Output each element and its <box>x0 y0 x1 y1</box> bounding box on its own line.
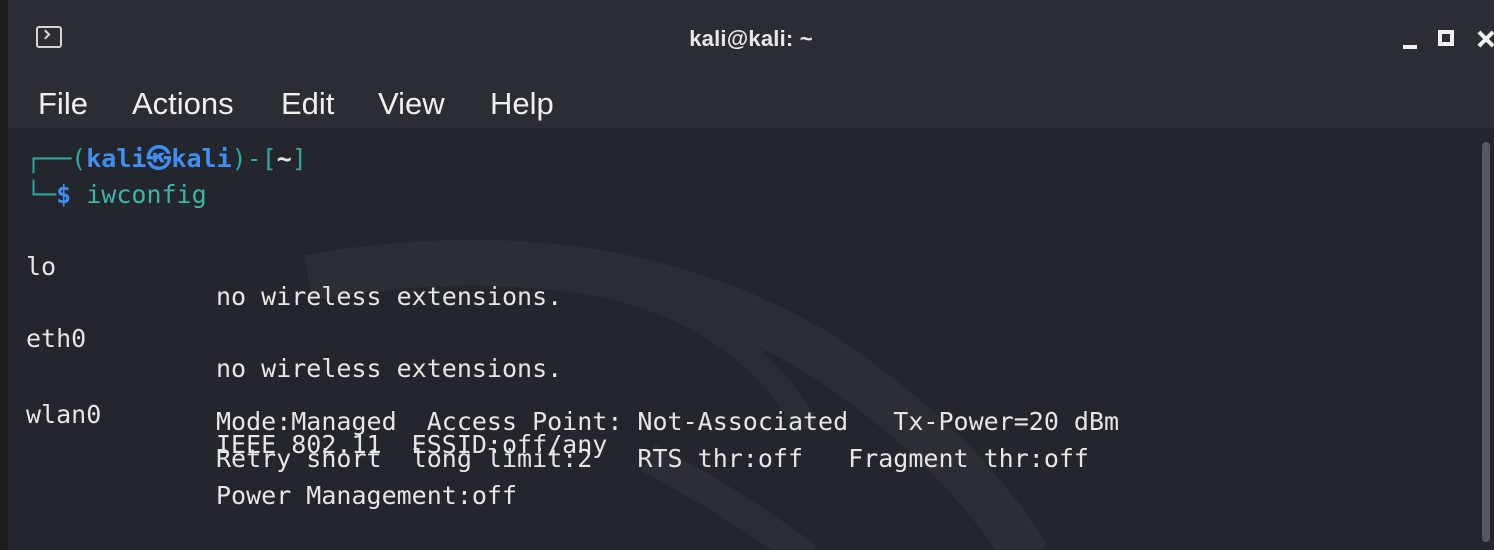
iface-wlan0: wlan0 <box>26 400 102 429</box>
prompt-line-2: └─$ iwconfig <box>26 180 207 210</box>
prompt-user-host: kali㉿kali <box>86 144 232 173</box>
lo-text: no wireless extensions. <box>216 282 563 311</box>
close-icon[interactable] <box>1476 24 1494 54</box>
maximize-icon[interactable] <box>1432 24 1460 54</box>
wlan0-line-4: Power Management:off <box>216 481 518 510</box>
command-text: iwconfig <box>86 180 207 209</box>
terminal-output-area[interactable]: ┌──(kali㉿kali)-[~] └─$ iwconfig lo no wi… <box>8 128 1494 550</box>
menu-view[interactable]: View <box>378 84 445 124</box>
minimize-icon[interactable] <box>1396 24 1424 54</box>
menu-file[interactable]: File <box>38 84 88 124</box>
menu-edit[interactable]: Edit <box>281 84 334 124</box>
prompt-corner: └─ <box>26 180 57 209</box>
menu-help[interactable]: Help <box>490 84 554 124</box>
iface-eth0: eth0 <box>26 324 87 353</box>
iface-lo: lo <box>26 252 57 281</box>
wlan0-line-2: Mode:Managed Access Point: Not-Associate… <box>216 407 1120 436</box>
menu-actions[interactable]: Actions <box>132 84 234 124</box>
menu-bar: File Actions Edit View Help <box>8 80 1494 128</box>
prompt-open: ┌──( <box>26 144 87 173</box>
prompt-dir: ~ <box>276 144 292 173</box>
scrollbar[interactable] <box>1482 142 1490 542</box>
output-wlan0-row: wlan0 IEEE 802.11 ESSID:off/any <box>26 370 607 490</box>
prompt-dollar: $ <box>56 180 72 209</box>
prompt-close: ] <box>291 144 307 173</box>
prompt-sep: )-[ <box>231 144 277 173</box>
eth0-text: no wireless extensions. <box>216 354 563 383</box>
terminal-window: kali@kali: ~ File Actions Edit View Help… <box>0 0 1494 550</box>
wlan0-line-3: Retry short long limit:2 RTS thr:off Fra… <box>216 444 1089 473</box>
prompt-line-1: ┌──(kali㉿kali)-[~] <box>26 144 307 174</box>
title-bar[interactable]: kali@kali: ~ <box>8 0 1494 80</box>
window-title: kali@kali: ~ <box>689 26 813 51</box>
